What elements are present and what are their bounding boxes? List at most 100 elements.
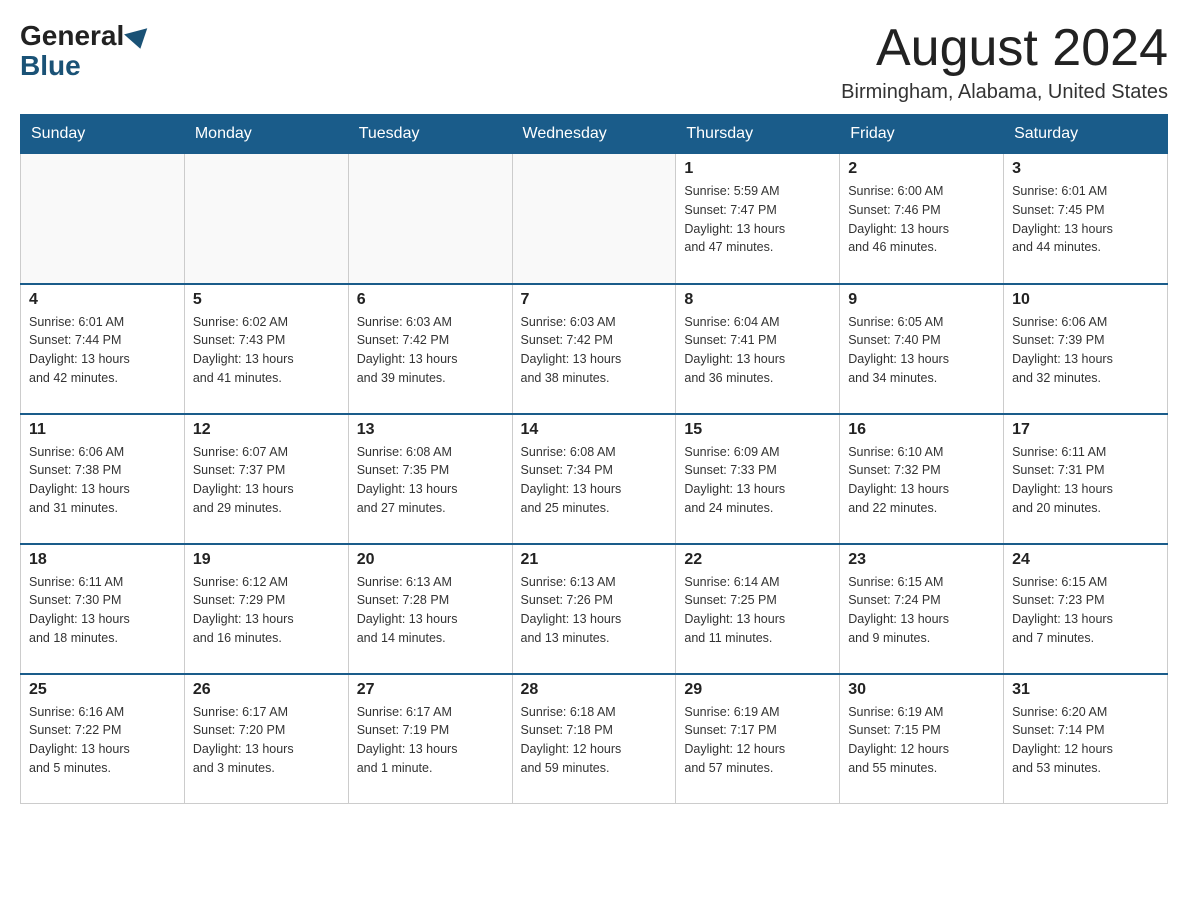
day-info: Sunrise: 6:17 AMSunset: 7:19 PMDaylight:… xyxy=(357,703,504,778)
logo-arrow-icon xyxy=(124,28,152,52)
calendar-week-2: 4 Sunrise: 6:01 AMSunset: 7:44 PMDaylight… xyxy=(21,284,1168,414)
calendar-cell xyxy=(512,154,676,284)
calendar-cell: 5Sunrise: 6:02 AMSunset: 7:43 PMDaylight… xyxy=(184,284,348,414)
day-info: Sunrise: 6:04 AMSunset: 7:41 PMDaylight:… xyxy=(684,313,831,388)
day-info: Sunrise: 6:03 AMSunset: 7:42 PMDaylight:… xyxy=(357,313,504,388)
day-info: Sunrise: 6:01 AMSunset: 7:44 PMDaylight:… xyxy=(29,313,176,388)
day-number: 15 xyxy=(684,421,831,439)
calendar-cell: 13 Sunrise: 6:08 AMSunset: 7:35 PMDayligh… xyxy=(348,414,512,544)
calendar-cell xyxy=(21,154,185,284)
day-number: 29 xyxy=(684,681,831,699)
day-info: Sunrise: 6:15 AMSunset: 7:23 PMDaylight:… xyxy=(1012,573,1159,648)
day-number: 17 xyxy=(1012,421,1159,439)
calendar-cell: 7 Sunrise: 6:03 AMSunset: 7:42 PMDaylight… xyxy=(512,284,676,414)
page-header: General Blue August 2024 Birmingham, Ala… xyxy=(20,20,1168,104)
day-number: 16 xyxy=(848,421,995,439)
calendar-cell: 6 Sunrise: 6:03 AMSunset: 7:42 PMDaylight… xyxy=(348,284,512,414)
weekday-header-monday: Monday xyxy=(184,115,348,154)
day-info: Sunrise: 6:17 AMSunset: 7:20 PMDaylight:… xyxy=(193,703,340,778)
day-info: Sunrise: 6:14 AMSunset: 7:25 PMDaylight:… xyxy=(684,573,831,648)
location: Birmingham, Alabama, United States xyxy=(841,81,1168,104)
calendar-week-5: 25 Sunrise: 6:16 AMSunset: 7:22 PMDayligh… xyxy=(21,674,1168,804)
day-number: 2 xyxy=(848,160,995,178)
calendar-cell: 18 Sunrise: 6:11 AMSunset: 7:30 PMDayligh… xyxy=(21,544,185,674)
day-number: 12 xyxy=(193,421,340,439)
calendar-cell: 9Sunrise: 6:05 AMSunset: 7:40 PMDaylight… xyxy=(840,284,1004,414)
day-info: Sunrise: 6:01 AMSunset: 7:45 PMDaylight:… xyxy=(1012,182,1159,257)
day-number: 9 xyxy=(848,291,995,309)
logo-general-text: General xyxy=(20,20,124,52)
day-number: 20 xyxy=(357,551,504,569)
calendar-cell: 3 Sunrise: 6:01 AMSunset: 7:45 PMDaylight… xyxy=(1004,154,1168,284)
calendar-cell xyxy=(348,154,512,284)
calendar-cell: 26 Sunrise: 6:17 AMSunset: 7:20 PMDayligh… xyxy=(184,674,348,804)
day-number: 26 xyxy=(193,681,340,699)
day-info: Sunrise: 6:08 AMSunset: 7:35 PMDaylight:… xyxy=(357,443,504,518)
day-number: 13 xyxy=(357,421,504,439)
day-info: Sunrise: 6:06 AMSunset: 7:38 PMDaylight:… xyxy=(29,443,176,518)
day-number: 30 xyxy=(848,681,995,699)
day-info: Sunrise: 6:00 AMSunset: 7:46 PMDaylight:… xyxy=(848,182,995,257)
calendar-cell: 21Sunrise: 6:13 AMSunset: 7:26 PMDayligh… xyxy=(512,544,676,674)
day-info: Sunrise: 6:07 AMSunset: 7:37 PMDaylight:… xyxy=(193,443,340,518)
day-number: 10 xyxy=(1012,291,1159,309)
calendar-cell: 1Sunrise: 5:59 AMSunset: 7:47 PMDaylight… xyxy=(676,154,840,284)
weekday-header-saturday: Saturday xyxy=(1004,115,1168,154)
calendar-cell: 12 Sunrise: 6:07 AMSunset: 7:37 PMDayligh… xyxy=(184,414,348,544)
calendar-cell: 16 Sunrise: 6:10 AMSunset: 7:32 PMDayligh… xyxy=(840,414,1004,544)
calendar-table: SundayMondayTuesdayWednesdayThursdayFrid… xyxy=(20,114,1168,804)
day-info: Sunrise: 6:03 AMSunset: 7:42 PMDaylight:… xyxy=(521,313,668,388)
day-info: Sunrise: 6:20 AMSunset: 7:14 PMDaylight:… xyxy=(1012,703,1159,778)
day-number: 28 xyxy=(521,681,668,699)
day-number: 23 xyxy=(848,551,995,569)
calendar-cell: 14 Sunrise: 6:08 AMSunset: 7:34 PMDayligh… xyxy=(512,414,676,544)
day-info: Sunrise: 6:09 AMSunset: 7:33 PMDaylight:… xyxy=(684,443,831,518)
calendar-cell xyxy=(184,154,348,284)
calendar-cell: 19 Sunrise: 6:12 AMSunset: 7:29 PMDayligh… xyxy=(184,544,348,674)
day-info: Sunrise: 6:13 AMSunset: 7:28 PMDaylight:… xyxy=(357,573,504,648)
calendar-week-1: 1Sunrise: 5:59 AMSunset: 7:47 PMDaylight… xyxy=(21,154,1168,284)
day-number: 7 xyxy=(521,291,668,309)
calendar-cell: 23Sunrise: 6:15 AMSunset: 7:24 PMDayligh… xyxy=(840,544,1004,674)
calendar-cell: 15 Sunrise: 6:09 AMSunset: 7:33 PMDayligh… xyxy=(676,414,840,544)
day-number: 21 xyxy=(521,551,668,569)
calendar-cell: 20 Sunrise: 6:13 AMSunset: 7:28 PMDayligh… xyxy=(348,544,512,674)
day-info: Sunrise: 6:10 AMSunset: 7:32 PMDaylight:… xyxy=(848,443,995,518)
day-number: 4 xyxy=(29,291,176,309)
day-info: Sunrise: 6:16 AMSunset: 7:22 PMDaylight:… xyxy=(29,703,176,778)
day-number: 8 xyxy=(684,291,831,309)
weekday-header-tuesday: Tuesday xyxy=(348,115,512,154)
day-number: 19 xyxy=(193,551,340,569)
calendar-cell: 4 Sunrise: 6:01 AMSunset: 7:44 PMDaylight… xyxy=(21,284,185,414)
calendar-cell: 24 Sunrise: 6:15 AMSunset: 7:23 PMDayligh… xyxy=(1004,544,1168,674)
calendar-cell: 31Sunrise: 6:20 AMSunset: 7:14 PMDayligh… xyxy=(1004,674,1168,804)
day-info: Sunrise: 6:19 AMSunset: 7:15 PMDaylight:… xyxy=(848,703,995,778)
day-info: Sunrise: 6:18 AMSunset: 7:18 PMDaylight:… xyxy=(521,703,668,778)
day-info: Sunrise: 5:59 AMSunset: 7:47 PMDaylight:… xyxy=(684,182,831,257)
day-number: 11 xyxy=(29,421,176,439)
day-info: Sunrise: 6:19 AMSunset: 7:17 PMDaylight:… xyxy=(684,703,831,778)
calendar-cell: 27Sunrise: 6:17 AMSunset: 7:19 PMDayligh… xyxy=(348,674,512,804)
title-section: August 2024 Birmingham, Alabama, United … xyxy=(841,20,1168,104)
day-info: Sunrise: 6:12 AMSunset: 7:29 PMDaylight:… xyxy=(193,573,340,648)
weekday-header-wednesday: Wednesday xyxy=(512,115,676,154)
day-number: 6 xyxy=(357,291,504,309)
weekday-header-friday: Friday xyxy=(840,115,1004,154)
calendar-week-3: 11 Sunrise: 6:06 AMSunset: 7:38 PMDayligh… xyxy=(21,414,1168,544)
day-number: 3 xyxy=(1012,160,1159,178)
weekday-header-row: SundayMondayTuesdayWednesdayThursdayFrid… xyxy=(21,115,1168,154)
calendar-cell: 8 Sunrise: 6:04 AMSunset: 7:41 PMDaylight… xyxy=(676,284,840,414)
day-info: Sunrise: 6:06 AMSunset: 7:39 PMDaylight:… xyxy=(1012,313,1159,388)
calendar-cell: 11 Sunrise: 6:06 AMSunset: 7:38 PMDayligh… xyxy=(21,414,185,544)
day-info: Sunrise: 6:11 AMSunset: 7:30 PMDaylight:… xyxy=(29,573,176,648)
day-number: 25 xyxy=(29,681,176,699)
calendar-cell: 28 Sunrise: 6:18 AMSunset: 7:18 PMDayligh… xyxy=(512,674,676,804)
day-number: 5 xyxy=(193,291,340,309)
day-number: 14 xyxy=(521,421,668,439)
day-number: 22 xyxy=(684,551,831,569)
logo-blue-text: Blue xyxy=(20,50,81,82)
day-info: Sunrise: 6:08 AMSunset: 7:34 PMDaylight:… xyxy=(521,443,668,518)
weekday-header-thursday: Thursday xyxy=(676,115,840,154)
day-number: 18 xyxy=(29,551,176,569)
day-number: 24 xyxy=(1012,551,1159,569)
